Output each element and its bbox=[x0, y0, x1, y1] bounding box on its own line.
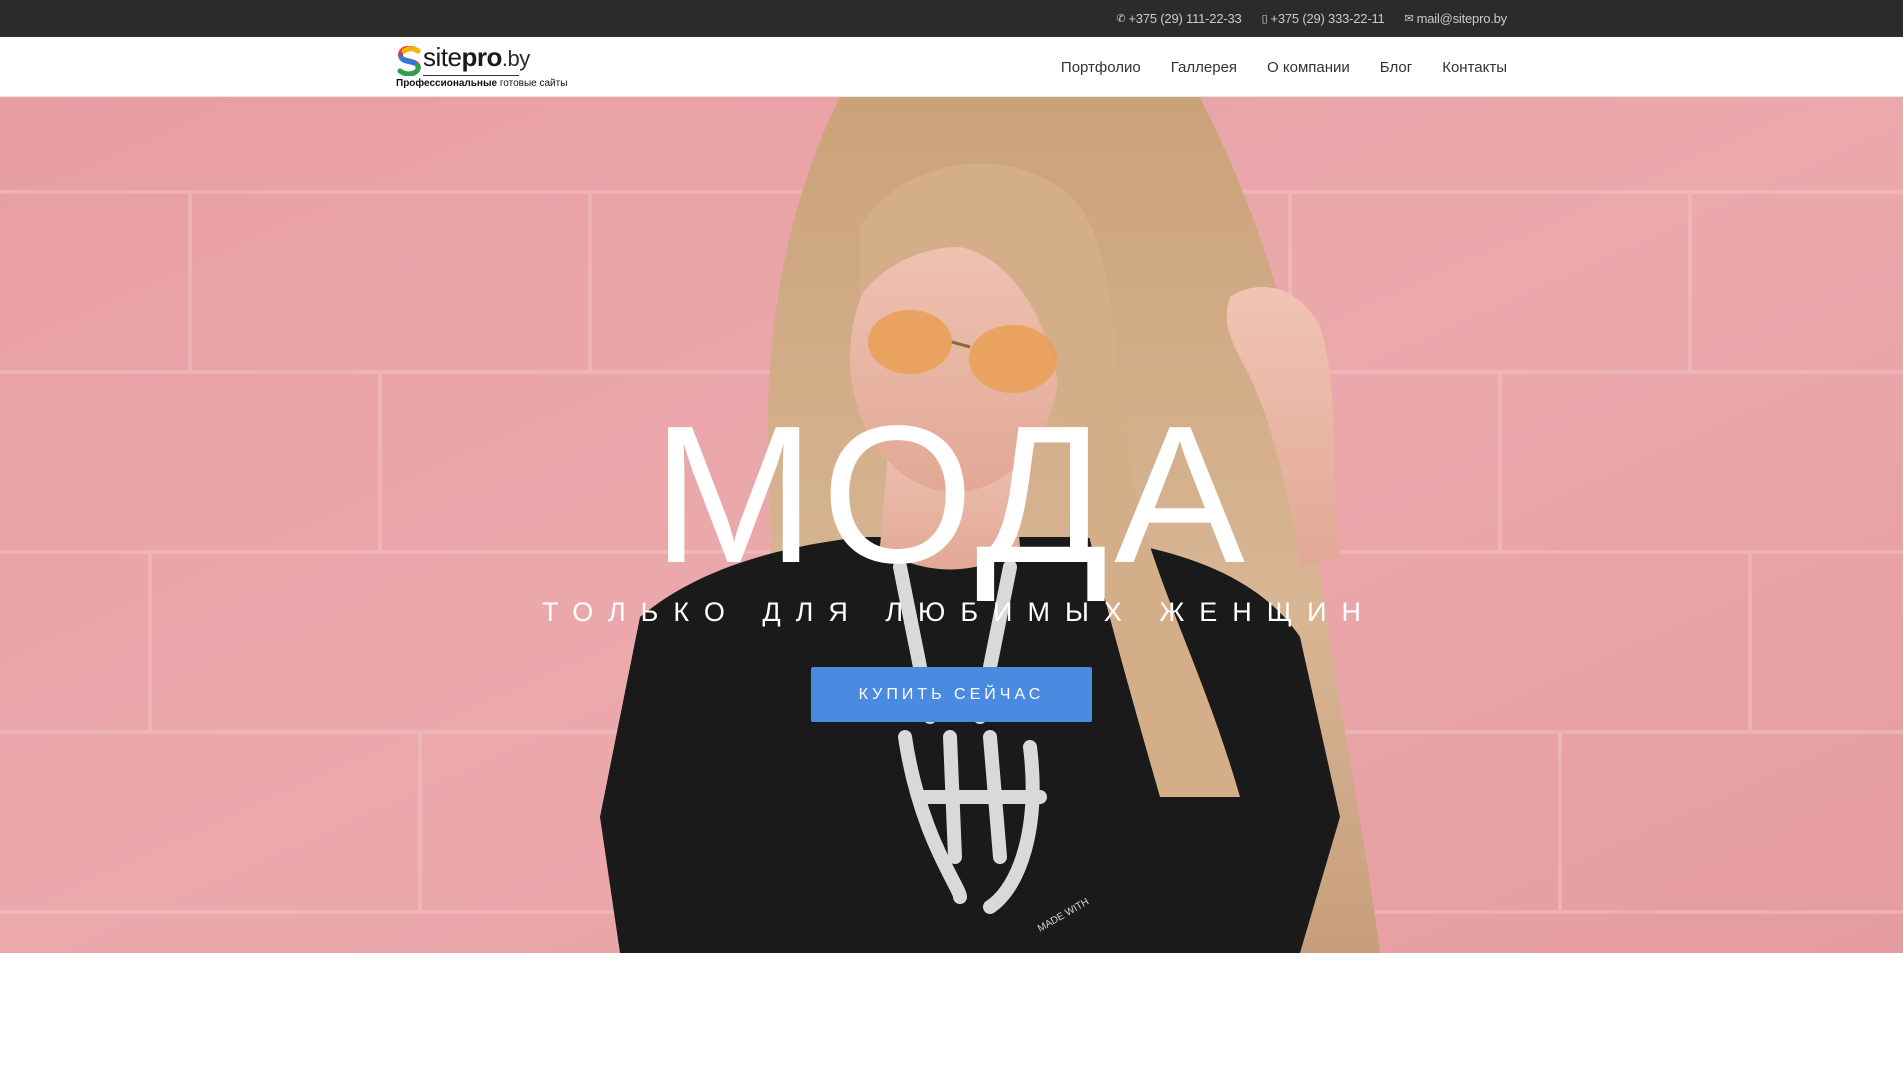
main-nav: Портфолио Галлерея О компании Блог Конта… bbox=[1061, 37, 1507, 97]
site-logo[interactable]: sitepro.by Профессиональные готовые сайт… bbox=[396, 42, 567, 90]
logo-tagline-bold: Профессиональные bbox=[396, 78, 498, 89]
buy-now-button[interactable]: КУПИТЬ СЕЙЧАС bbox=[811, 667, 1092, 722]
email-text: mail@sitepro.by bbox=[1416, 11, 1508, 26]
nav-item-gallery[interactable]: Галлерея bbox=[1171, 59, 1237, 76]
contact-list: ✆ +375 (29) 111-22-33 ▯ +375 (29) 333-22… bbox=[1116, 0, 1507, 37]
logo-underline bbox=[423, 75, 519, 76]
logo-word-pro: pro bbox=[461, 42, 502, 72]
mobile-icon: ▯ bbox=[1261, 13, 1268, 25]
site-header: sitepro.by Профессиональные готовые сайт… bbox=[0, 37, 1903, 97]
logo-wordmark: sitepro.by bbox=[423, 42, 530, 73]
hero-subtitle: ТОЛЬКО ДЛЯ ЛЮБИМЫХ ЖЕНЩИН bbox=[541, 597, 1377, 627]
nav-item-contacts[interactable]: Контакты bbox=[1442, 59, 1507, 76]
logo-tagline: Профессиональные готовые сайты bbox=[396, 78, 567, 89]
email-link[interactable]: ✉ mail@sitepro.by bbox=[1404, 11, 1508, 26]
logo-tagline-rest: готовые сайты bbox=[497, 78, 568, 89]
nav-item-portfolio[interactable]: Портфолио bbox=[1061, 59, 1141, 76]
phone-link-1[interactable]: ✆ +375 (29) 111-22-33 bbox=[1116, 11, 1241, 26]
phone-link-2[interactable]: ▯ +375 (29) 333-22-11 bbox=[1262, 11, 1385, 26]
hero-section: MADE WITH МОДА ТОЛЬКО ДЛЯ ЛЮБИМЫХ ЖЕНЩИН… bbox=[0, 97, 1903, 953]
hero-title: МОДА bbox=[652, 385, 1251, 604]
envelope-icon: ✉ bbox=[1404, 13, 1414, 25]
phone-1-text: +375 (29) 111-22-33 bbox=[1128, 11, 1242, 26]
phone-icon: ✆ bbox=[1116, 13, 1126, 25]
top-contact-bar: ✆ +375 (29) 111-22-33 ▯ +375 (29) 333-22… bbox=[0, 0, 1903, 37]
nav-item-about[interactable]: О компании bbox=[1267, 59, 1350, 76]
logo-word-domain: .by bbox=[501, 46, 530, 71]
logo-mark-icon bbox=[397, 46, 421, 76]
logo-word-site: site bbox=[423, 42, 462, 72]
phone-2-text: +375 (29) 333-22-11 bbox=[1270, 11, 1385, 26]
nav-item-blog[interactable]: Блог bbox=[1380, 59, 1412, 76]
